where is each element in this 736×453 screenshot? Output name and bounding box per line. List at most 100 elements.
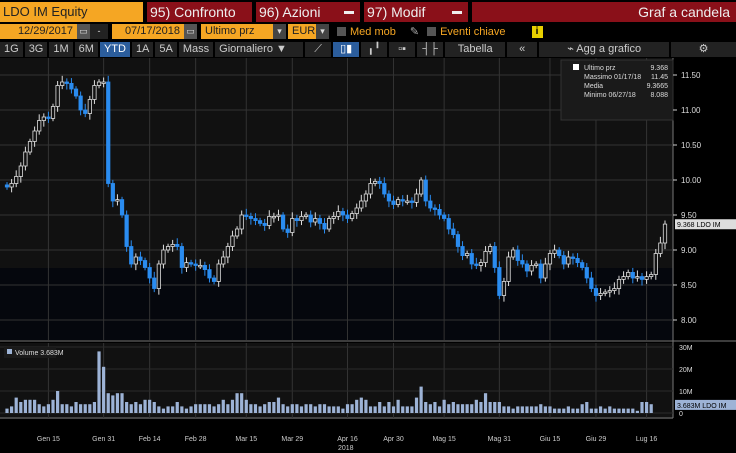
volume-bar: [456, 404, 460, 413]
field-select[interactable]: Ultimo prz: [201, 24, 273, 39]
period-ytd[interactable]: YTD: [99, 42, 130, 57]
key-events-checkbox[interactable]: [427, 27, 437, 36]
candle-up: [96, 81, 102, 86]
volume-bar: [447, 404, 451, 413]
candle-down: [377, 181, 382, 184]
volume-bar: [203, 404, 207, 413]
volume-bar: [649, 404, 653, 413]
chevron-down-icon[interactable]: ▾: [273, 24, 286, 39]
candle-down: [64, 81, 69, 84]
table-button[interactable]: Tabella: [445, 42, 506, 57]
period-3g[interactable]: 3G: [24, 42, 48, 57]
volume-bar: [571, 408, 575, 413]
info-icon[interactable]: i: [531, 25, 543, 38]
candle-up: [363, 193, 369, 202]
last-price-tag-label: 9.368 LDO IM: [677, 222, 721, 229]
candle-up: [649, 274, 654, 277]
volume-tick-label: 10M: [679, 389, 693, 396]
volume-bar: [378, 402, 382, 413]
volume-bar: [479, 402, 483, 413]
volume-bar: [470, 404, 474, 413]
candle-up: [396, 199, 401, 205]
price-tick-label: 9.50: [681, 211, 697, 220]
volume-bar: [396, 399, 400, 413]
candle-up: [552, 249, 557, 254]
candle-down: [78, 95, 83, 111]
ohlc-icon[interactable]: ┤├: [417, 42, 444, 57]
candle-down: [147, 267, 152, 279]
volume-bar: [502, 406, 506, 413]
candle-up: [326, 218, 332, 230]
ticker-field[interactable]: LDO IM Equity: [0, 1, 143, 22]
x-tick-label: Apr 16: [337, 436, 358, 443]
candle-down: [593, 288, 599, 296]
moving-avg-label: Med mob: [350, 25, 396, 38]
volume-bar: [488, 402, 492, 413]
candle-up: [230, 235, 235, 247]
candle-down: [497, 267, 502, 296]
candle-down: [382, 183, 387, 195]
toolbar: 1G 3G 1M 6M YTD 1A 5A Mass Giornaliero ▼…: [0, 41, 736, 58]
currency-select[interactable]: EUR: [288, 24, 316, 39]
compare-button[interactable]: 95) Confronto: [147, 1, 252, 22]
period-1g[interactable]: 1G: [0, 42, 23, 57]
end-date-input[interactable]: 07/17/2018: [112, 24, 184, 39]
candle-up: [271, 215, 276, 219]
candle-up: [566, 256, 571, 265]
moving-avg-checkbox[interactable]: [337, 27, 346, 36]
candle-up: [101, 81, 106, 84]
candlestick-chart[interactable]: Ultimo prz 9.368 Massimo 01/17/18 11.45 …: [0, 58, 736, 453]
collapse-button[interactable]: «: [507, 42, 538, 57]
period-6m[interactable]: 6M: [74, 42, 98, 57]
candle-up: [87, 99, 92, 114]
candle-down: [119, 199, 125, 216]
candle-down: [110, 183, 115, 202]
actions-menu[interactable]: 96) Azioni ▬: [256, 1, 360, 22]
candle-down: [570, 256, 576, 259]
period-max[interactable]: Mass: [178, 42, 214, 57]
volume-bar: [14, 397, 18, 413]
candle-down: [253, 218, 258, 221]
period-1m[interactable]: 1M: [49, 42, 73, 57]
volume-bar: [10, 406, 14, 413]
candle-down: [202, 264, 207, 270]
start-date-input[interactable]: 12/29/2017: [0, 24, 77, 39]
line-chart-icon[interactable]: ⟋: [305, 42, 332, 57]
volume-bar: [129, 404, 133, 413]
volume-bar: [309, 404, 313, 413]
volume-bar: [585, 402, 589, 413]
volume-bar: [562, 408, 566, 413]
volume-bar: [5, 408, 9, 413]
candle-down: [280, 214, 286, 230]
volume-bar: [534, 406, 538, 413]
x-tick-label: Feb 28: [185, 436, 207, 443]
volume-bar: [74, 402, 78, 413]
volume-bar: [451, 402, 455, 413]
volume-bar: [56, 391, 60, 413]
candle-down: [124, 214, 129, 247]
calendar-icon[interactable]: ▭: [184, 24, 197, 39]
volume-bar: [543, 406, 547, 413]
period-5a[interactable]: 5A: [155, 42, 177, 57]
volume-bar: [350, 404, 354, 413]
frequency-select[interactable]: Giornaliero ▼: [215, 42, 304, 57]
modify-menu[interactable]: 97) Modif ▬: [364, 1, 468, 22]
volume-bar: [253, 404, 258, 413]
chevron-down-icon[interactable]: ▾: [316, 24, 329, 39]
add-to-chart-button[interactable]: ⌁ Agg a grafico: [539, 42, 670, 57]
period-1a[interactable]: 1A: [131, 42, 154, 57]
volume-bar: [226, 404, 230, 413]
candle-down: [469, 253, 474, 265]
calendar-icon[interactable]: ▭: [77, 24, 90, 39]
candle-up: [115, 199, 120, 202]
legend-last-label: Ultimo prz: [584, 65, 616, 72]
pencil-icon[interactable]: ✎: [410, 25, 419, 38]
candle-chart-icon[interactable]: ▯▮: [333, 42, 360, 57]
volume-bar: [299, 406, 304, 413]
settings-button[interactable]: ⚙: [671, 42, 736, 57]
volume-bar: [138, 404, 143, 413]
bar-chart-icon[interactable]: ╻╹: [361, 42, 388, 57]
candle-down: [474, 263, 479, 266]
hollow-candle-icon[interactable]: ▫▪: [389, 42, 416, 57]
candle-up: [331, 215, 336, 219]
